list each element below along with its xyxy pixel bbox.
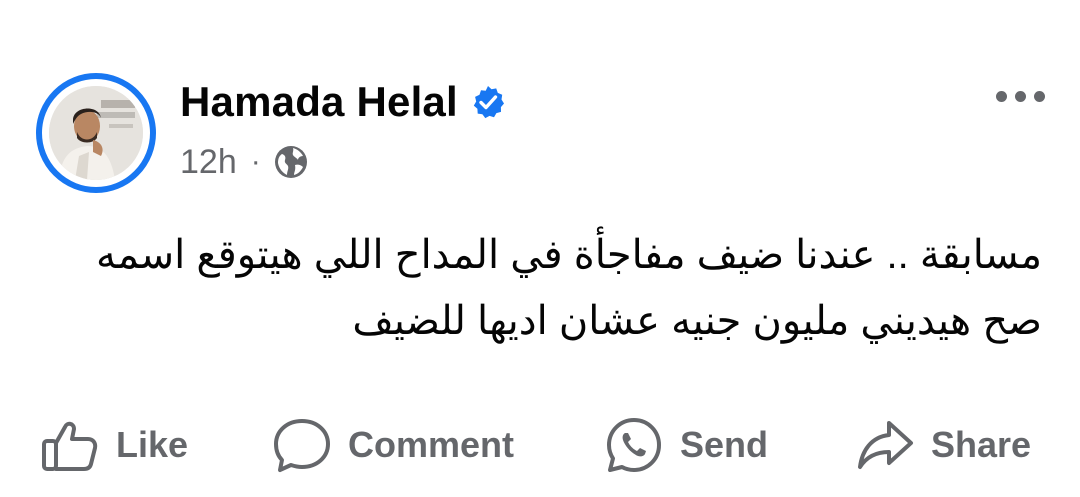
thumbs-up-icon (42, 421, 98, 471)
action-bar: Like Comment Send Share (0, 405, 1080, 485)
send-button[interactable]: Send (604, 405, 768, 485)
meta-separator: · (250, 145, 261, 178)
more-dot (1014, 90, 1026, 102)
share-label: Share (931, 424, 1032, 465)
post-text-line: مسابقة .. عندنا ضيف مفاجأة في المداح الل… (96, 233, 1042, 277)
globe-icon (274, 146, 307, 178)
post-meta: 12h · (180, 141, 309, 183)
like-label: Like (116, 424, 189, 465)
comment-button[interactable]: Comment (272, 405, 514, 485)
author-name[interactable]: Hamada Helal (180, 78, 458, 126)
more-options-icon[interactable] (984, 80, 1056, 112)
share-button[interactable]: Share (855, 405, 1031, 485)
comment-icon (274, 419, 330, 472)
author-row: Hamada Helal (180, 76, 506, 128)
comment-label: Comment (348, 424, 515, 465)
verified-badge-icon (473, 86, 504, 119)
like-button[interactable]: Like (40, 405, 188, 485)
post-text: مسابقة .. عندنا ضيف مفاجأة في المداح الل… (32, 222, 1042, 354)
whatsapp-icon (607, 418, 661, 472)
more-dot (1033, 90, 1045, 102)
send-label: Send (680, 424, 769, 465)
share-arrow-icon (858, 421, 913, 469)
more-dot (995, 90, 1007, 102)
post-time[interactable]: 12h (180, 143, 237, 182)
avatar-image (49, 86, 143, 180)
avatar[interactable] (36, 73, 156, 193)
post-text-line: صح هيديني مليون جنيه عشان اديها للضيف (352, 299, 1042, 343)
facebook-post: Hamada Helal 12h · مسابقة .. عندنا ضيف م… (0, 0, 1080, 497)
